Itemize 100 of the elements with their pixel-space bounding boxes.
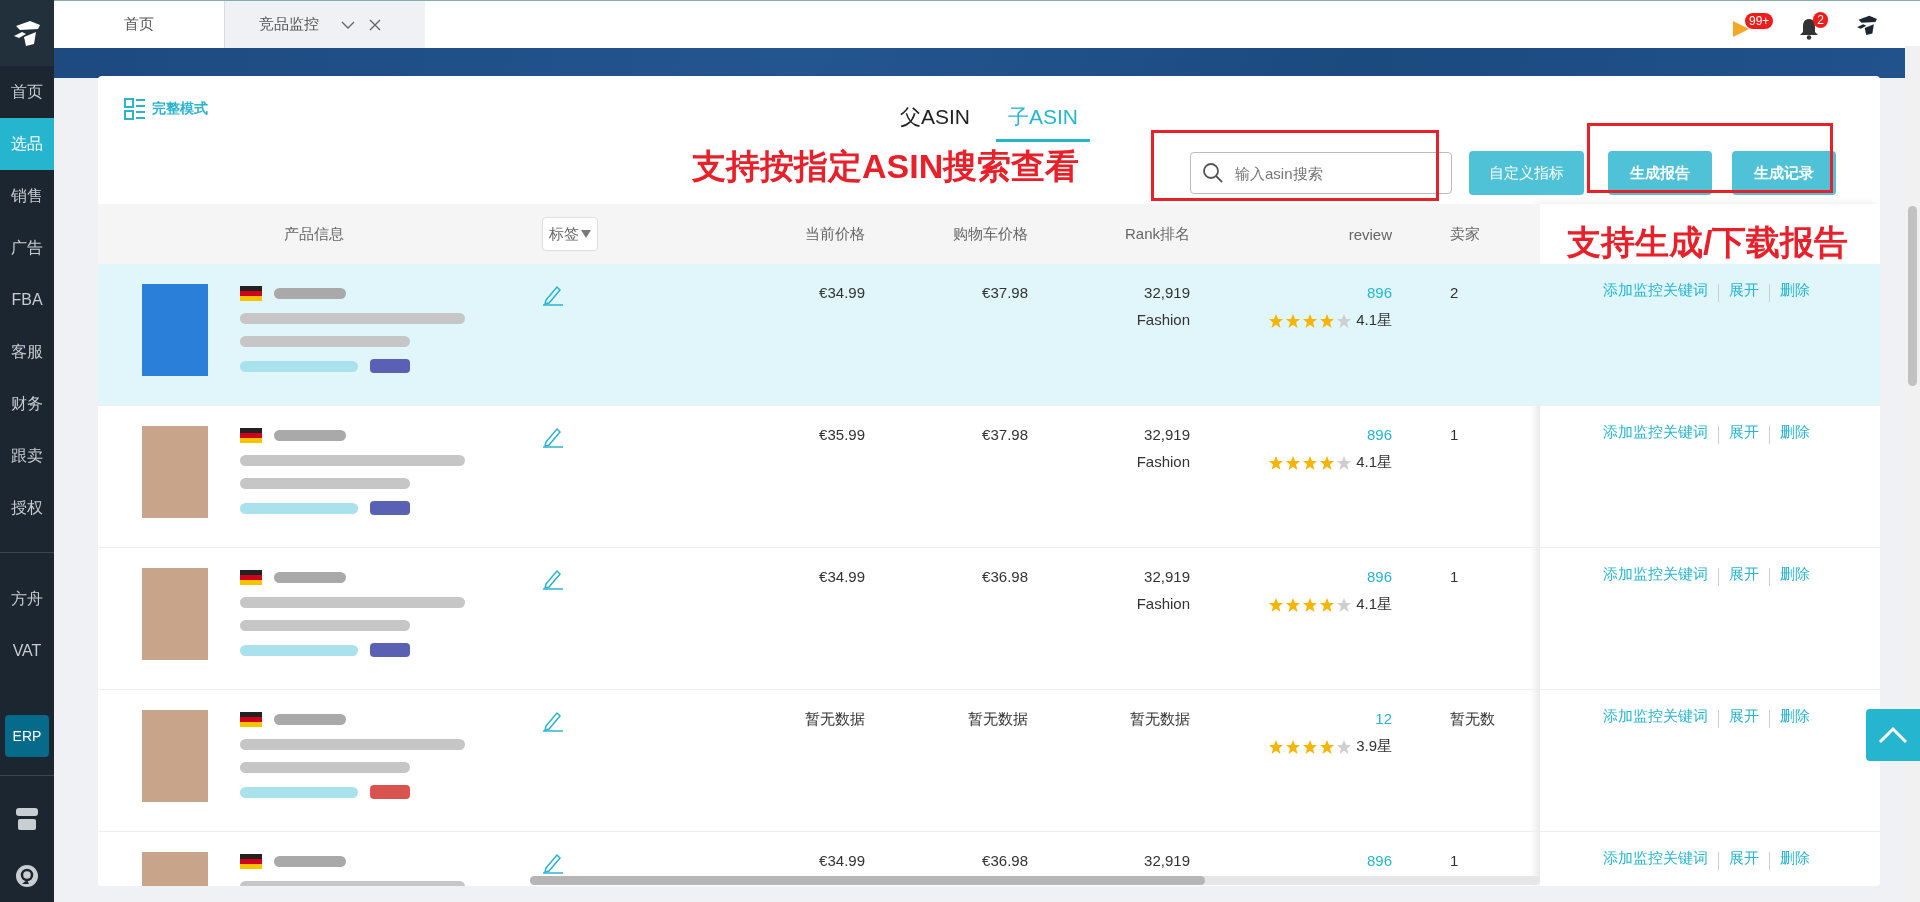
- table-row[interactable]: €34.99 €36.98 32,919 Fashion 896 4.1星 1: [98, 548, 1540, 690]
- page-tab[interactable]: 竞品监控: [225, 1, 425, 48]
- annotation-text: 支持生成/下载报告: [1567, 222, 1849, 263]
- vertical-scrollbar[interactable]: [1908, 206, 1917, 386]
- toolbar-button[interactable]: 生成记录: [1732, 151, 1836, 195]
- action-link[interactable]: 展开: [1729, 565, 1759, 584]
- sidebar-item[interactable]: VAT: [0, 625, 54, 677]
- table-row[interactable]: €35.99 €37.98 32,919 Fashion 896 4.1星 1: [98, 406, 1540, 548]
- action-link[interactable]: 添加监控关键词: [1603, 849, 1708, 868]
- edit-icon[interactable]: [542, 568, 564, 590]
- category-text: Fashion: [1136, 595, 1190, 612]
- star-icon: [1285, 738, 1302, 755]
- edit-icon[interactable]: [542, 284, 564, 306]
- action-link[interactable]: 删除: [1780, 281, 1810, 300]
- action-link[interactable]: 删除: [1780, 565, 1810, 584]
- star-icon: [1285, 596, 1302, 613]
- price-text: €36.98: [982, 852, 1028, 869]
- star-icon: [1319, 312, 1336, 329]
- rating-text: 4.1星: [1356, 595, 1392, 614]
- close-icon[interactable]: [369, 18, 381, 31]
- star-icon: [1336, 738, 1353, 755]
- bell-icon[interactable]: [1799, 17, 1820, 40]
- action-link[interactable]: 展开: [1729, 423, 1759, 442]
- review-count-link[interactable]: 896: [1366, 852, 1392, 869]
- review-count-link[interactable]: 12: [1375, 710, 1392, 727]
- blurred-text: [274, 572, 346, 583]
- star-icon: [1336, 454, 1353, 471]
- notification-badge: 99+: [1744, 12, 1774, 29]
- rank-text: 32,919: [1144, 284, 1190, 301]
- asin-tab[interactable]: 子ASIN: [996, 95, 1090, 142]
- edit-icon[interactable]: [542, 852, 564, 874]
- sidebar-item[interactable]: 方舟: [0, 573, 54, 625]
- rating-text: 4.1星: [1356, 311, 1392, 330]
- action-link[interactable]: 展开: [1729, 849, 1759, 868]
- table-row[interactable]: €34.99 €37.98 32,919 Fashion 896 4.1星 2: [98, 264, 1540, 406]
- star-icon: [1268, 738, 1285, 755]
- action-link[interactable]: 添加监控关键词: [1603, 423, 1708, 442]
- sidebar-item[interactable]: 销售: [0, 170, 54, 222]
- column-header: 卖家: [1449, 224, 1480, 244]
- logo-icon[interactable]: [0, 0, 54, 66]
- search-field[interactable]: 输入asin搜索: [1190, 152, 1452, 194]
- rank-text: 暂无数据: [1130, 710, 1190, 729]
- blurred-text: [274, 288, 346, 299]
- sidebar-item[interactable]: 广告: [0, 222, 54, 274]
- flag-icon: [240, 570, 262, 585]
- flag-icon: [240, 428, 262, 443]
- sidebar-item[interactable]: FBA: [0, 274, 54, 326]
- action-link[interactable]: 添加监控关键词: [1603, 707, 1708, 726]
- rank-text: 32,919: [1144, 568, 1190, 585]
- store-icon[interactable]: [15, 808, 39, 830]
- rating-text: 4.1星: [1356, 453, 1392, 472]
- action-link[interactable]: 展开: [1729, 707, 1759, 726]
- horizontal-scrollbar[interactable]: [530, 876, 1205, 885]
- sidebar-item[interactable]: 选品: [0, 118, 54, 170]
- column-header: Rank排名: [1124, 224, 1190, 244]
- annotation-text: 支持按指定ASIN搜索查看: [692, 146, 1080, 187]
- chevron-down-icon[interactable]: [341, 19, 355, 30]
- review-count-link[interactable]: 896: [1366, 426, 1392, 443]
- action-link[interactable]: 添加监控关键词: [1603, 565, 1708, 584]
- notification-badge: 2: [1813, 11, 1828, 28]
- sidebar-item[interactable]: 财务: [0, 378, 54, 430]
- review-count-link[interactable]: 896: [1366, 284, 1392, 301]
- flag-icon[interactable]: [1730, 18, 1751, 39]
- column-header: 购物车价格: [953, 224, 1028, 244]
- edit-icon[interactable]: [542, 426, 564, 448]
- star-icon: [1302, 454, 1319, 471]
- star-icon: [1302, 312, 1319, 329]
- action-link[interactable]: 展开: [1729, 281, 1759, 300]
- star-icon: [1319, 454, 1336, 471]
- table-row[interactable]: 暂无数据 暂无数据 暂无数据 12 3.9星 暂无数: [98, 690, 1540, 832]
- review-count-link[interactable]: 896: [1366, 568, 1392, 585]
- tag-filter-dropdown[interactable]: 标签: [542, 217, 598, 251]
- asin-tab[interactable]: 父ASIN: [888, 95, 982, 142]
- star-icon: [1319, 596, 1336, 613]
- blurred-text: [274, 856, 346, 867]
- category-text: Fashion: [1136, 453, 1190, 470]
- seller-count-text: 暂无数: [1450, 710, 1495, 727]
- erp-button[interactable]: ERP: [5, 715, 49, 757]
- sidebar-item[interactable]: 跟卖: [0, 430, 54, 482]
- toolbar-button[interactable]: 生成报告: [1608, 151, 1712, 195]
- sidebar-item[interactable]: 授权: [0, 482, 54, 534]
- toolbar-button[interactable]: 自定义指标: [1469, 151, 1584, 195]
- price-text: €36.98: [982, 568, 1028, 585]
- blurred-text: [274, 714, 346, 725]
- edit-icon[interactable]: [542, 710, 564, 732]
- sidebar-item[interactable]: 首页: [0, 66, 54, 118]
- flag-icon: [240, 712, 262, 727]
- action-link[interactable]: 添加监控关键词: [1603, 281, 1708, 300]
- star-icon: [1302, 738, 1319, 755]
- back-to-top-button[interactable]: [1866, 709, 1920, 761]
- blurred-text: [274, 430, 346, 441]
- price-text: 暂无数据: [805, 710, 865, 727]
- support-icon[interactable]: [15, 864, 39, 888]
- rank-text: 32,919: [1144, 852, 1190, 869]
- action-link[interactable]: 删除: [1780, 707, 1810, 726]
- view-mode-toggle[interactable]: 完整模式: [124, 98, 208, 120]
- star-icon: [1336, 596, 1353, 613]
- action-link[interactable]: 删除: [1780, 849, 1810, 868]
- action-link[interactable]: 删除: [1780, 423, 1810, 442]
- sidebar-item[interactable]: 客服: [0, 326, 54, 378]
